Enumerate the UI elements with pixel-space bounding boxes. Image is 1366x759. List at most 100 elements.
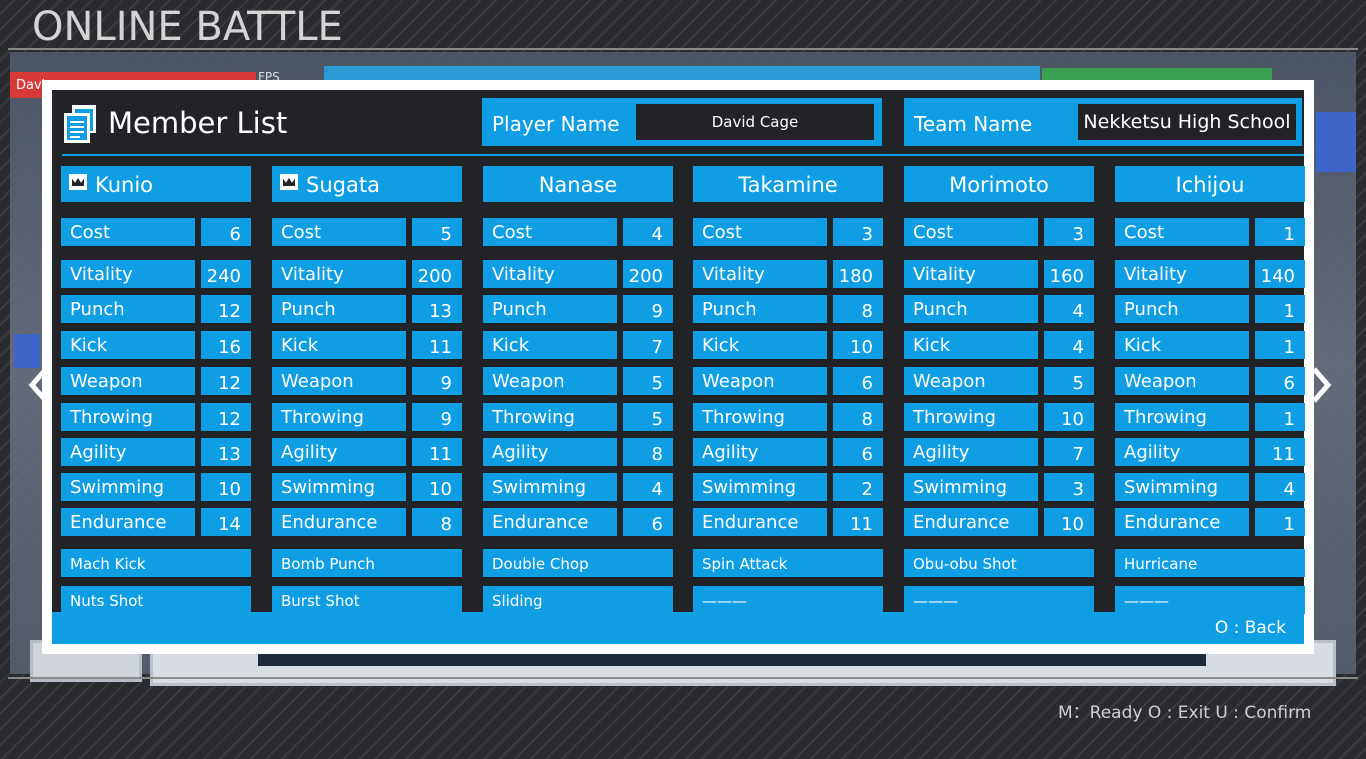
- stat-value-cell: 140: [1255, 260, 1305, 288]
- stat-value: 6: [229, 224, 241, 245]
- stat-label: Kick: [702, 335, 740, 356]
- stat-value-cell: 10: [412, 473, 462, 501]
- stat-label: Weapon: [1124, 371, 1197, 392]
- stat-value: 5: [1072, 373, 1084, 394]
- stat-label-cell: Cost: [693, 218, 827, 246]
- stat-row: Agility 11: [1115, 438, 1305, 466]
- stat-label: Throwing: [281, 407, 364, 428]
- stat-value-cell: 10: [833, 331, 883, 359]
- background-player-tab-label: Davi: [16, 78, 46, 93]
- stat-row: Kick 11: [272, 331, 462, 359]
- stat-label: Weapon: [492, 371, 565, 392]
- controls-hint: M：Ready O : Exit U : Confirm: [1058, 703, 1312, 723]
- stat-value: 200: [628, 266, 663, 287]
- stat-label-cell: Throwing: [693, 403, 827, 431]
- stat-label-cell: Swimming: [904, 473, 1038, 501]
- stat-row: Throwing 9: [272, 403, 462, 431]
- stat-value-cell: 13: [412, 295, 462, 323]
- stat-row: Throwing 8: [693, 403, 883, 431]
- stat-row: Punch 1: [1115, 295, 1305, 323]
- skill-slot: ———: [904, 586, 1094, 614]
- stat-label: Vitality: [492, 264, 555, 285]
- stat-value: 6: [1283, 373, 1295, 394]
- stat-value-cell: 13: [201, 438, 251, 466]
- stat-row: Kick 1: [1115, 331, 1305, 359]
- stat-label: Swimming: [1124, 477, 1219, 498]
- stat-row: Endurance 6: [483, 508, 673, 536]
- stat-label: Cost: [913, 222, 954, 243]
- stat-row: Kick 10: [693, 331, 883, 359]
- member-name-header[interactable]: Morimoto: [904, 166, 1094, 202]
- stat-label: Punch: [70, 299, 125, 320]
- stat-label-cell: Kick: [904, 331, 1038, 359]
- stat-label: Throwing: [702, 407, 785, 428]
- stat-label-cell: Endurance: [61, 508, 195, 536]
- stat-label: Kick: [70, 335, 108, 356]
- stat-label-cell: Vitality: [483, 260, 617, 288]
- stat-value-cell: 6: [623, 508, 673, 536]
- stat-value-cell: 9: [412, 367, 462, 395]
- stat-row: Weapon 6: [1115, 367, 1305, 395]
- stat-label: Vitality: [1124, 264, 1187, 285]
- stat-value-cell: 8: [833, 403, 883, 431]
- member-list-content: Member List Player Name David Cage Team …: [52, 90, 1305, 644]
- stat-row: Vitality 180: [693, 260, 883, 288]
- back-button[interactable]: O : Back: [1215, 618, 1286, 638]
- stat-value: 180: [838, 266, 873, 287]
- stat-row: Agility 13: [61, 438, 251, 466]
- stat-row: Cost 6: [61, 218, 251, 246]
- skill-slot: Obu-obu Shot: [904, 549, 1094, 577]
- stat-value: 160: [1049, 266, 1084, 287]
- stat-row: Cost 3: [693, 218, 883, 246]
- stat-value-cell: 6: [1255, 367, 1305, 395]
- stat-value-cell: 5: [1044, 367, 1094, 395]
- stat-row: Kick 4: [904, 331, 1094, 359]
- member-name: Sugata: [306, 173, 380, 197]
- member-name-header[interactable]: Ichijou: [1115, 166, 1305, 202]
- stat-value-cell: 1: [1255, 295, 1305, 323]
- stat-label-cell: Swimming: [272, 473, 406, 501]
- stat-row: Endurance 11: [693, 508, 883, 536]
- team-name-value: Nekketsu High School: [1078, 104, 1296, 140]
- stat-value: 240: [206, 266, 241, 287]
- stat-value: 3: [1072, 224, 1084, 245]
- stat-value: 11: [429, 337, 452, 358]
- stat-label-cell: Agility: [272, 438, 406, 466]
- stat-label: Throwing: [1124, 407, 1207, 428]
- skill-slot: Nuts Shot: [61, 586, 251, 614]
- stat-value-cell: 14: [201, 508, 251, 536]
- stat-label: Kick: [281, 335, 319, 356]
- stat-value: 6: [861, 373, 873, 394]
- stat-value-cell: 6: [833, 438, 883, 466]
- stat-value-cell: 4: [1044, 295, 1094, 323]
- stat-row: Endurance 1: [1115, 508, 1305, 536]
- stat-value: 200: [417, 266, 452, 287]
- stat-row: Kick 7: [483, 331, 673, 359]
- stat-label-cell: Endurance: [1115, 508, 1249, 536]
- stat-value-cell: 3: [833, 218, 883, 246]
- stat-label: Punch: [281, 299, 336, 320]
- stat-value: 11: [1272, 444, 1295, 465]
- skill-slot: Bomb Punch: [272, 549, 462, 577]
- stat-value: 7: [1072, 444, 1084, 465]
- stat-value: 14: [218, 514, 241, 535]
- stat-label: Throwing: [913, 407, 996, 428]
- member-name-header[interactable]: Sugata: [272, 166, 462, 202]
- member-name-header[interactable]: Kunio: [61, 166, 251, 202]
- stat-row: Endurance 14: [61, 508, 251, 536]
- stat-value-cell: 5: [412, 218, 462, 246]
- member-name-header[interactable]: Nanase: [483, 166, 673, 202]
- member-name-header[interactable]: Takamine: [693, 166, 883, 202]
- stat-value-cell: 11: [833, 508, 883, 536]
- stat-value-cell: 16: [201, 331, 251, 359]
- stat-label-cell: Weapon: [693, 367, 827, 395]
- stat-value: 4: [1072, 301, 1084, 322]
- stat-label-cell: Kick: [1115, 331, 1249, 359]
- stat-value-cell: 200: [623, 260, 673, 288]
- stat-value-cell: 4: [1255, 473, 1305, 501]
- skill-name: Obu-obu Shot: [913, 555, 1017, 573]
- stat-label-cell: Throwing: [1115, 403, 1249, 431]
- stat-value-cell: 180: [833, 260, 883, 288]
- stat-label: Endurance: [492, 512, 589, 533]
- stat-value: 2: [861, 479, 873, 500]
